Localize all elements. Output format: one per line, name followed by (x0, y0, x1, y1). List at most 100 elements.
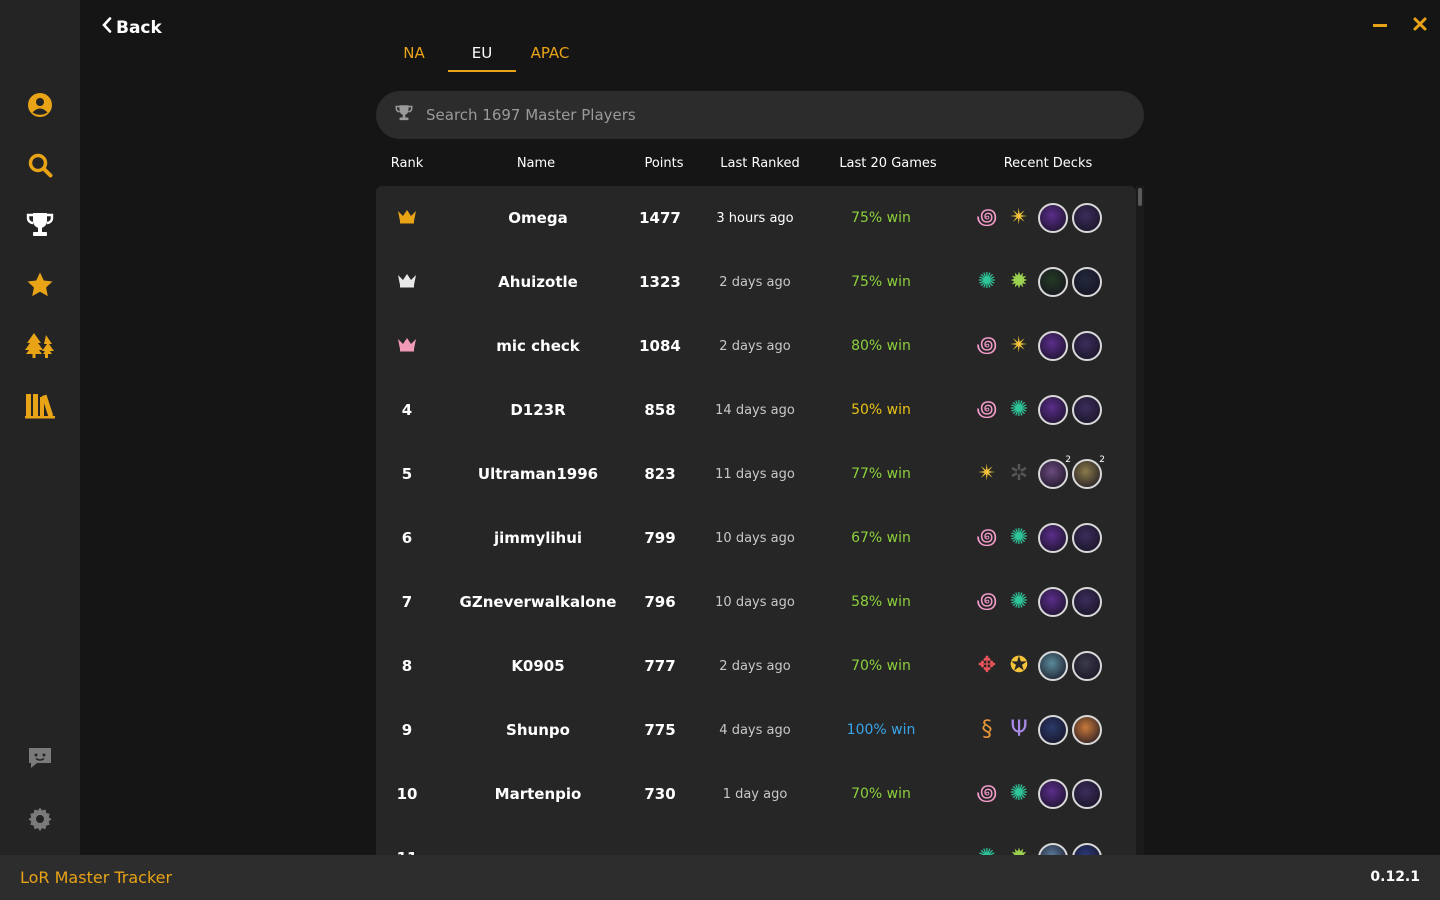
champion-portrait-icon[interactable] (1072, 715, 1102, 745)
trophy-icon[interactable] (24, 209, 56, 241)
player-points: 730 (644, 785, 676, 803)
champion-portrait-icon[interactable] (1038, 779, 1068, 809)
champion-portrait-icon[interactable]: 2 (1038, 455, 1071, 489)
app-name: LoR Master Tracker (20, 868, 173, 887)
recent-decks[interactable]: ꩜ ✺ (972, 506, 1112, 570)
table-row[interactable]: 9 Shunpo 775 4 days ago 100% win § Ψ (376, 698, 1136, 762)
column-header-recent-decks[interactable]: Recent Decks (972, 156, 1124, 171)
recent-decks[interactable]: ꩜ ✺ (972, 762, 1112, 826)
champion-portrait-icon[interactable] (1038, 523, 1068, 553)
champion-portrait-icon[interactable]: 2 (1072, 455, 1105, 489)
recent-decks[interactable]: § Ψ (972, 698, 1112, 762)
table-row[interactable]: 8 K0905 777 2 days ago 70% win ✥ ✪ (376, 634, 1136, 698)
champion-portrait-icon[interactable] (1072, 651, 1102, 681)
champion-portrait-icon[interactable] (1038, 651, 1068, 681)
recent-decks[interactable]: ✥ ✪ (972, 634, 1112, 698)
profile-icon[interactable] (24, 89, 56, 121)
rank-cell (376, 186, 438, 250)
champion-portrait-icon[interactable] (1072, 843, 1102, 855)
player-points: 823 (644, 465, 676, 483)
champion-portrait-icon[interactable] (1038, 331, 1068, 361)
champion-portrait-icon[interactable] (1038, 587, 1068, 617)
app-window: Back NA EU APAC Rank Name Points Last Ra… (0, 0, 1440, 900)
last-ranked: 14 days ago (715, 402, 795, 418)
win-rate: 100% win (846, 722, 916, 738)
champion-portrait-icon[interactable] (1072, 587, 1102, 617)
player-name[interactable]: GZneverwalkalone (458, 570, 618, 634)
recent-decks[interactable]: ꩜ ✺ (972, 570, 1112, 634)
recent-decks[interactable]: ꩜ ✴ (972, 186, 1112, 250)
tab-eu[interactable]: EU (448, 44, 516, 72)
table-row[interactable]: Ahuizotle 1323 2 days ago 75% win ✺ ✹ (376, 250, 1136, 314)
win-rate: 50% win (851, 402, 911, 418)
table-row[interactable]: mic check 1084 2 days ago 80% win ꩜ ✴ (376, 314, 1136, 378)
champion-portrait-icon[interactable] (1038, 267, 1068, 297)
last-ranked: 2 days ago (719, 338, 791, 354)
champion-portrait-icon[interactable] (1072, 523, 1102, 553)
column-header-points[interactable]: Points (634, 156, 694, 171)
scrollbar[interactable] (1136, 186, 1144, 855)
recent-decks[interactable]: ✺✹ (972, 250, 1112, 314)
player-name[interactable]: Omega (458, 186, 618, 250)
player-name[interactable] (458, 826, 618, 855)
champion-portrait-icon[interactable] (1038, 843, 1068, 855)
champion-portrait-icon[interactable] (1038, 395, 1068, 425)
table-row[interactable]: 4 D123R 858 14 days ago 50% win ꩜ ✺ (376, 378, 1136, 442)
last-ranked: 2 days ago (719, 658, 791, 674)
champion-portrait-icon[interactable] (1072, 203, 1102, 233)
rank-cell: 4 (401, 401, 413, 419)
gear-icon[interactable] (24, 803, 56, 835)
champion-portrait-icon[interactable] (1072, 779, 1102, 809)
column-header-rank[interactable]: Rank (376, 156, 438, 171)
minimize-icon[interactable] (1370, 14, 1390, 34)
recent-decks[interactable]: ꩜ ✺ (972, 378, 1112, 442)
rank-cell (376, 314, 438, 378)
search-icon[interactable] (24, 149, 56, 181)
spiral-region-icon: ꩜ (976, 205, 998, 230)
player-name[interactable]: D123R (458, 378, 618, 442)
sidebar (0, 0, 80, 855)
table-row[interactable]: Omega 1477 3 hours ago 75% win ꩜ ✴ (376, 186, 1136, 250)
win-rate: 70% win (851, 658, 911, 674)
player-name[interactable]: Ahuizotle (458, 250, 618, 314)
recent-decks[interactable]: ✺✹ (972, 826, 1112, 855)
player-name[interactable]: jimmylihui (458, 506, 618, 570)
last-ranked: 10 days ago (715, 530, 795, 546)
champion-portrait-icon[interactable] (1038, 203, 1068, 233)
status-bar: LoR Master Tracker 0.12.1 (0, 855, 1440, 900)
tab-na[interactable]: NA (380, 44, 448, 72)
table-row[interactable]: 10 Martenpio 730 1 day ago 70% win ꩜ ✺ (376, 762, 1136, 826)
table-row[interactable]: 7 GZneverwalkalone 796 10 days ago 58% win ꩜ ✺ (376, 570, 1136, 634)
column-header-name[interactable]: Name (458, 156, 614, 171)
library-icon[interactable] (24, 389, 56, 421)
recent-decks[interactable]: ꩜ ✴ (972, 314, 1112, 378)
flame-region-icon: ✺ (1009, 397, 1029, 422)
table-row[interactable]: 6 jimmylihui 799 10 days ago 67% win ꩜ ✺ (376, 506, 1136, 570)
player-name[interactable]: Shunpo (458, 698, 618, 762)
column-header-last-ranked[interactable]: Last Ranked (698, 156, 822, 171)
back-button[interactable]: Back (102, 17, 162, 38)
champion-portrait-icon[interactable] (1038, 715, 1068, 745)
chat-icon[interactable] (24, 742, 56, 774)
recent-decks[interactable]: ✴ ✲ 2 2 (972, 442, 1112, 506)
spiral-region-icon: ꩜ (976, 333, 998, 358)
horn-region-icon: Ψ (1010, 717, 1028, 742)
player-name[interactable]: K0905 (458, 634, 618, 698)
scrollbar-thumb[interactable] (1138, 188, 1142, 206)
champion-portrait-icon[interactable] (1072, 267, 1102, 297)
close-icon[interactable] (1410, 14, 1430, 34)
star-icon[interactable] (24, 269, 56, 301)
champion-portrait-icon[interactable] (1072, 395, 1102, 425)
search-input[interactable] (426, 106, 1026, 124)
shadow-region-icon: ✲ (1009, 461, 1029, 486)
player-name[interactable]: mic check (458, 314, 618, 378)
win-rate: 75% win (851, 274, 911, 290)
forest-icon[interactable] (24, 329, 56, 361)
column-header-last-20-games[interactable]: Last 20 Games (822, 156, 954, 171)
champion-portrait-icon[interactable] (1072, 331, 1102, 361)
tab-apac[interactable]: APAC (516, 44, 584, 72)
player-name[interactable]: Martenpio (458, 762, 618, 826)
player-name[interactable]: Ultraman1996 (458, 442, 618, 506)
table-row[interactable]: 11 ✺✹ (376, 826, 1136, 855)
table-row[interactable]: 5 Ultraman1996 823 11 days ago 77% win ✴ ✲ 2 2 (376, 442, 1136, 506)
